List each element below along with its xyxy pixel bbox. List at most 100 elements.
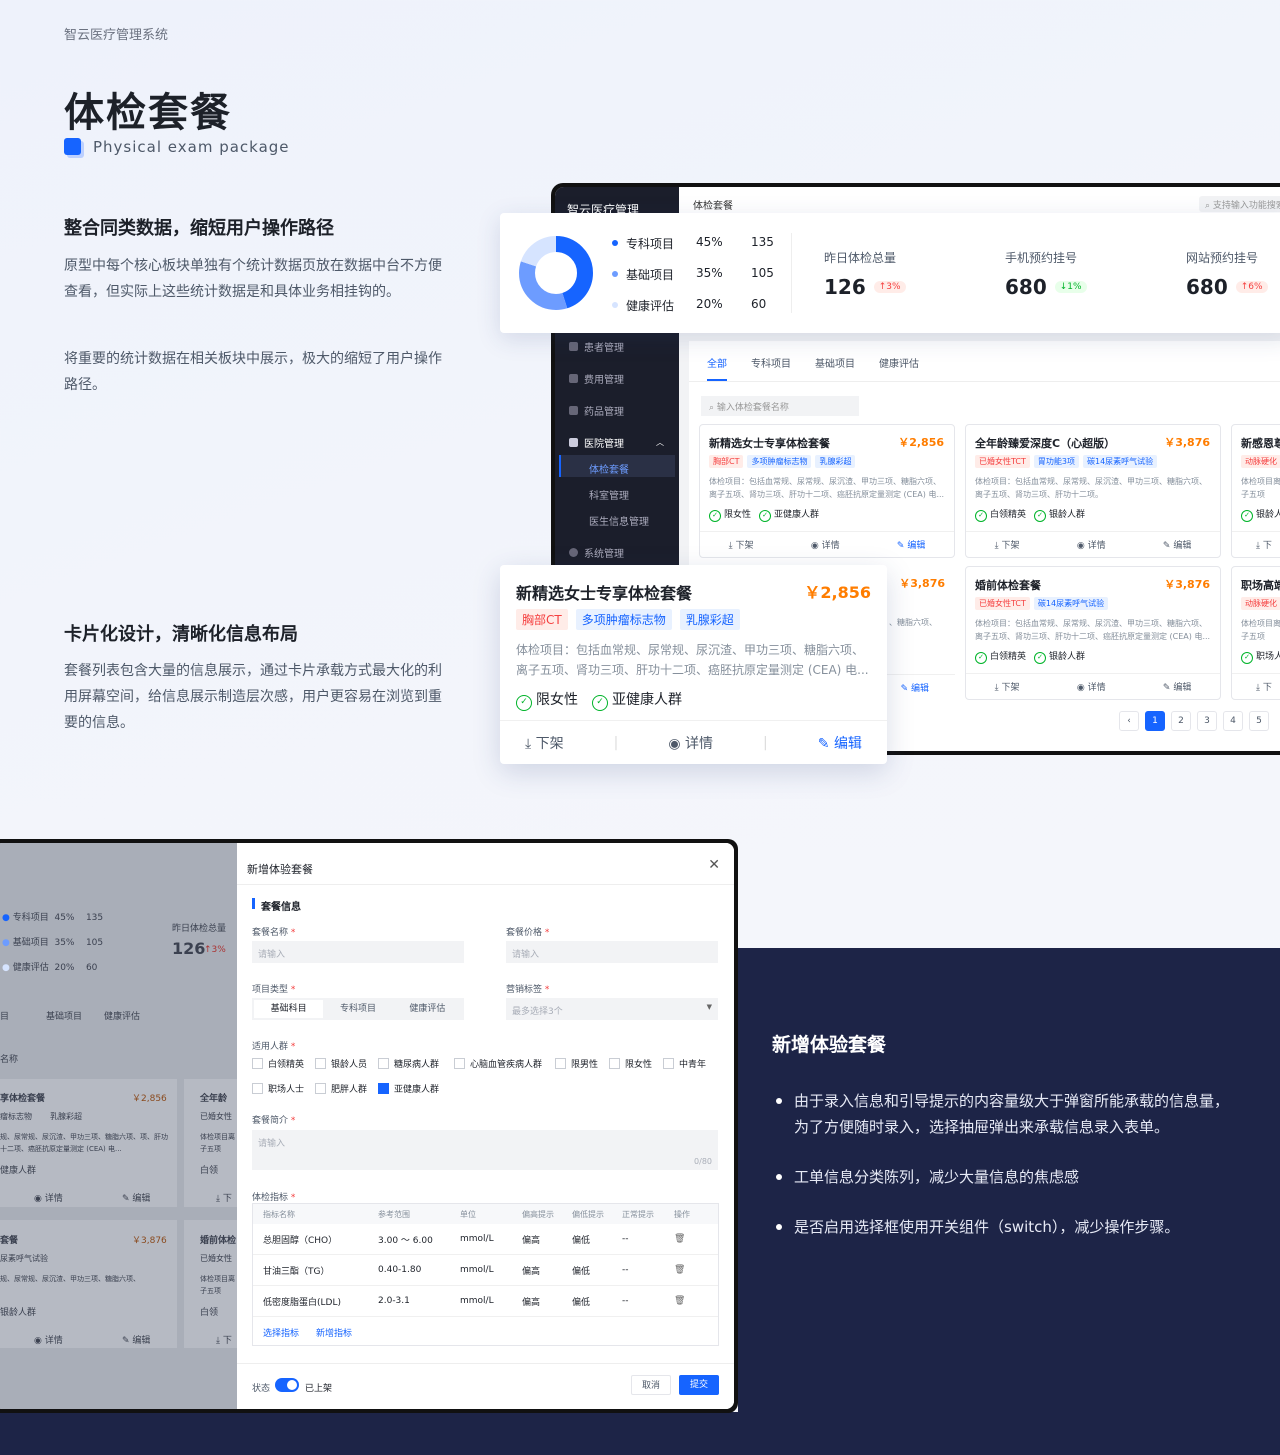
menu-doctor[interactable]: 医生信息管理 <box>589 513 649 528</box>
cancel-button[interactable]: 取消 <box>631 1375 671 1395</box>
detail-button[interactable]: ◉ 详情 <box>1077 538 1106 551</box>
crowd-checkbox[interactable]: 银龄人员 <box>315 1057 367 1070</box>
bg-text: 享体检套餐 <box>0 1094 46 1104</box>
tab-basic[interactable]: 基础项目 <box>815 355 855 381</box>
price-input[interactable]: 请输入 <box>506 941 718 963</box>
add-indicator-link[interactable]: 新增指标 <box>316 1326 352 1339</box>
crowd-checkbox[interactable]: 职场人士 <box>252 1082 304 1095</box>
global-search-input[interactable]: ⌕ 支持输入功能搜索 <box>1199 196 1280 212</box>
search-placeholder: 输入体检套餐名称 <box>716 403 789 413</box>
menu-dept[interactable]: 科室管理 <box>589 487 629 502</box>
menu-label: 系统管理 <box>584 549 624 560</box>
menu-active-bar <box>559 455 561 477</box>
tag: 碳14尿素呼气试验 <box>1082 455 1158 468</box>
package-card[interactable]: 新精选女士专享体检套餐 ￥2,856 胸部CT 多项肿瘤标志物 乳腺彩超 体检项目：… <box>699 424 955 558</box>
detail-button[interactable]: ◉ 详情 <box>811 538 840 551</box>
crowd-checkbox-checked[interactable]: 亚健康人群 <box>378 1082 439 1095</box>
card-title: 全年龄臻爱深度C（心超版） <box>975 437 1116 450</box>
search-icon: ⌕ <box>709 403 717 413</box>
crowd-checkbox[interactable]: 心脑血管疾病人群 <box>454 1057 542 1070</box>
trash-icon[interactable]: 🗑 <box>674 1234 685 1244</box>
marketing-label: 营销标签 <box>506 982 549 995</box>
select-indicator-link[interactable]: 选择指标 <box>253 1326 316 1339</box>
drawer-title: 新增体验套餐 <box>247 863 313 876</box>
crowd-label: 银龄人群 <box>1034 649 1085 664</box>
off-shelf-button[interactable]: ⤓ 下 <box>1256 680 1272 693</box>
pagination: ‹ 1 2 3 4 5 <box>1119 711 1269 731</box>
seg-special[interactable]: 专科项目 <box>323 1000 392 1018</box>
package-card[interactable]: 婚前体检套餐 ￥3,876 已婚女性TCT 碳14尿素呼气试验 体检项目：包括血常… <box>965 566 1221 700</box>
card-title: 新精选女士专享体检套餐 <box>709 437 830 450</box>
intro-textarea[interactable]: 请输入 0/80 <box>252 1130 718 1170</box>
status-switch[interactable] <box>275 1378 299 1392</box>
edit-button[interactable]: ✎ 编辑 <box>1163 680 1191 693</box>
seg-health[interactable]: 健康评估 <box>393 1000 462 1018</box>
close-icon[interactable]: ✕ <box>708 857 720 873</box>
off-shelf-button[interactable]: ⤓ 下架 <box>729 538 754 551</box>
menu-drug[interactable]: 药品管理 <box>569 403 624 418</box>
package-card-zoomed[interactable]: 新精选女士专享体检套餐 ￥2,856 胸部CT 多项肿瘤标志物 乳腺彩超 体检项目：… <box>500 565 887 764</box>
package-card[interactable]: 新感恩尊 动脉硬化 体检项目离子五项 银龄人 ⤓ 下 <box>1231 424 1280 558</box>
trash-icon[interactable]: 🗑 <box>674 1265 685 1275</box>
menu-patient[interactable]: 患者管理 <box>569 339 624 354</box>
package-card[interactable]: 职场高端 动脉硬化 体检项目离子五项 职场人 ⤓ 下 <box>1231 566 1280 700</box>
card-desc: 体检项目：包括血常规、尿常规、尿沉渣、甲功三项、糖脂六项、离子五项、肾功三项、肝… <box>709 477 945 499</box>
tag: 动脉硬化 <box>1241 597 1280 610</box>
page-title: 体检套餐 <box>64 90 232 136</box>
crowd-checkbox[interactable]: 肥胖人群 <box>315 1082 367 1095</box>
page-button[interactable]: 5 <box>1249 711 1269 731</box>
page-button[interactable]: 3 <box>1197 711 1217 731</box>
page-subtitle: Physical exam package <box>93 138 290 156</box>
prev-page-button[interactable]: ‹ <box>1119 711 1139 731</box>
page-button[interactable]: 4 <box>1223 711 1243 731</box>
menu-pkg[interactable]: 体检套餐 <box>589 461 629 476</box>
tag: 已婚女性TCT <box>975 455 1030 468</box>
legend-val: 135 <box>751 235 774 249</box>
seg-basic[interactable]: 基础科目 <box>254 1000 324 1018</box>
page-button[interactable]: 1 <box>1145 711 1165 731</box>
off-shelf-button[interactable]: ⤓ 下架 <box>525 733 564 753</box>
off-shelf-button[interactable]: ⤓ 下架 <box>995 538 1020 551</box>
bg-text: 昨日体检总量 <box>172 924 227 934</box>
tab-special[interactable]: 专科项目 <box>751 355 791 381</box>
marketing-select[interactable]: 最多选择3个 ▼ <box>506 998 718 1020</box>
trash-icon[interactable]: 🗑 <box>674 1296 685 1306</box>
menu-label: 费用管理 <box>584 375 624 386</box>
legend-pct: 20% <box>696 297 723 311</box>
tag: 动脉硬化 <box>1241 455 1280 468</box>
menu-sys[interactable]: 系统管理 <box>569 545 624 560</box>
package-card[interactable]: 全年龄臻爱深度C（心超版） ￥3,876 已婚女性TCT 胃功能3项 碳14尿素呼气… <box>965 424 1221 558</box>
off-shelf-button[interactable]: ⤓ 下 <box>1256 538 1272 551</box>
tab-all[interactable]: 全部 <box>707 355 727 381</box>
edit-button[interactable]: ✎ 编辑 <box>897 538 925 551</box>
kpi-change: ↑3% <box>873 281 906 293</box>
edit-button[interactable]: ✎ 编辑 <box>818 733 862 753</box>
kpi-value: 126 <box>824 275 866 299</box>
crowd-checkbox[interactable]: 限女性 <box>609 1057 652 1070</box>
menu-hospital[interactable]: 医院管理 ︿ <box>569 435 664 450</box>
brand-label: 智云医疗管理系统 <box>64 28 169 43</box>
detail-button[interactable]: ◉ 详情 <box>668 733 713 753</box>
dimmed-background: ● 专科项目 45% 135 ● 基础项目 35% 105 ● 健康评估 20%… <box>0 843 244 1409</box>
table-row: 甘油三酯（TG） 0.40-1.80 mmol/L 偏高 偏低 -- 🗑 <box>253 1255 718 1286</box>
page-button[interactable]: 2 <box>1171 711 1191 731</box>
crowd-checkbox[interactable]: 限男性 <box>555 1057 598 1070</box>
tab-health[interactable]: 健康评估 <box>879 355 919 381</box>
bullet-1: 由于录入信息和引导提示的内容量级大于弹窗所能承载的信息量，为了方便随时录入，选择… <box>772 1088 1232 1140</box>
crowd-checkbox[interactable]: 糖尿病人群 <box>378 1057 439 1070</box>
menu-fee[interactable]: 费用管理 <box>569 371 624 386</box>
crowd-checkbox[interactable]: 白领精英 <box>252 1057 304 1070</box>
edit-button[interactable]: ✎ 编辑 <box>1163 538 1191 551</box>
dark-panel <box>738 948 1280 1455</box>
crowd-label: 银龄人 <box>1241 507 1280 522</box>
name-input[interactable]: 请输入 <box>252 941 464 963</box>
detail-button[interactable]: ◉ 详情 <box>1077 680 1106 693</box>
topbar: 体检套餐 ⌕ 支持输入功能搜索 <box>679 187 1280 215</box>
off-shelf-button[interactable]: ⤓ 下架 <box>995 680 1020 693</box>
section-marker <box>252 898 255 909</box>
package-search-input[interactable]: ⌕ 输入体检套餐名称 <box>701 396 859 416</box>
submit-button[interactable]: 提交 <box>679 1375 719 1395</box>
divider <box>791 233 792 313</box>
crowd-checkbox[interactable]: 中青年 <box>663 1057 706 1070</box>
edit-button[interactable]: ✎ 编辑 <box>901 681 929 694</box>
